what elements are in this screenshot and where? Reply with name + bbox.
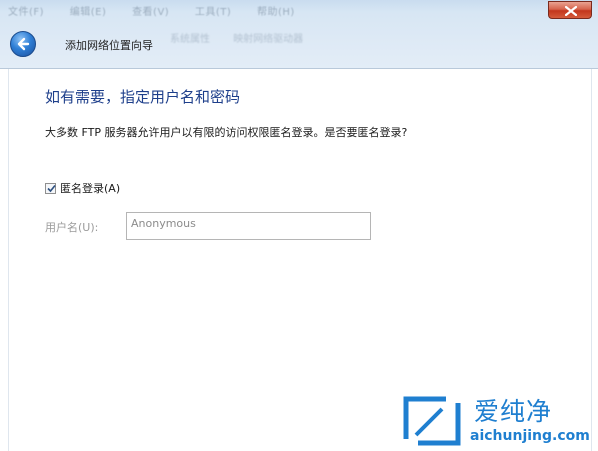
background-strip-item: 编辑(E) (69, 7, 107, 17)
background-strip-item: 工具(T) (194, 7, 232, 17)
checkmark-icon (47, 184, 56, 192)
watermark-logo: 爱纯净 aichunjing.com (400, 392, 598, 451)
close-button[interactable] (548, 1, 592, 19)
anonymous-login-label[interactable]: 匿名登录(A) (60, 180, 120, 196)
background-window-strip: 文件(F) 编辑(E) 查看(V) 工具(T) 帮助(H) (8, 3, 528, 17)
username-label: 用户名(U): (45, 221, 99, 234)
username-field[interactable]: Anonymous (126, 212, 371, 240)
watermark-text: 爱纯净 (474, 397, 553, 426)
anonymous-login-checkbox-row[interactable]: 匿名登录(A) (45, 180, 120, 196)
window-titlebar: 文件(F) 编辑(E) 查看(V) 工具(T) 帮助(H) 系统属性 映射网络驱… (0, 0, 598, 69)
background-strip-item: 文件(F) (8, 7, 45, 17)
background-strip-item: 系统属性 (170, 34, 210, 44)
page-description: 大多数 FTP 服务器允许用户以有限的访问权限匿名登录。是否要匿名登录? (45, 126, 408, 139)
background-toolbar-strip: 系统属性 映射网络驱动器 (170, 30, 410, 44)
background-strip-item: 帮助(H) (257, 7, 295, 17)
close-icon (565, 6, 577, 16)
background-strip-item: 映射网络驱动器 (233, 34, 304, 44)
back-arrow-icon (17, 37, 30, 51)
wizard-title: 添加网络位置向导 (65, 39, 153, 52)
page-heading: 如有需要，指定用户名和密码 (45, 88, 241, 106)
back-button[interactable] (10, 31, 36, 57)
background-strip-item: 查看(V) (132, 7, 170, 17)
watermark-url: aichunjing.com (470, 428, 590, 444)
anonymous-login-checkbox[interactable] (45, 182, 56, 194)
watermark-logo-icon (403, 396, 461, 446)
